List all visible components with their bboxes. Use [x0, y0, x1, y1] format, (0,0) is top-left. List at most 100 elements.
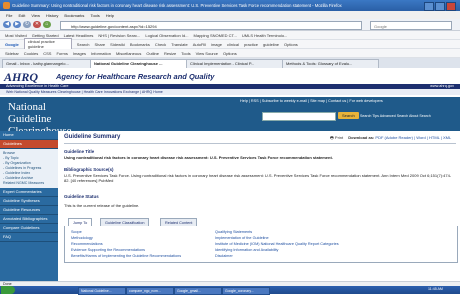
maximize-button[interactable]: [435, 2, 445, 11]
address-bar[interactable]: http://www.guideline.gov/content.aspx?id…: [60, 21, 362, 30]
bookmark-loinc[interactable]: Logical Observation Id...: [145, 33, 188, 38]
menu-file[interactable]: File: [6, 13, 12, 18]
dev-forms[interactable]: Forms: [56, 51, 67, 56]
ngc-utility-links[interactable]: Help | RSS | Subscribe to weekly e-mail …: [240, 99, 383, 103]
close-button[interactable]: [446, 2, 456, 11]
ngc-search-input[interactable]: [262, 112, 336, 121]
google-term-practice[interactable]: practice: [244, 42, 258, 47]
menu-view[interactable]: View: [31, 13, 40, 18]
sidebar-item-expert-commentaries[interactable]: Expert Commentaries: [0, 188, 58, 197]
main-content: Guideline Summary 🖶 Print Download as: P…: [60, 131, 460, 281]
dev-tools[interactable]: Tools: [181, 51, 190, 56]
sidebar-sub-ngmc-measures[interactable]: Related NGMC Measures: [3, 181, 55, 186]
google-bookmarks[interactable]: Bookmarks: [130, 42, 150, 47]
google-options[interactable]: Options: [284, 42, 298, 47]
google-toolbar: Google clinical practice guideline Searc…: [0, 38, 460, 50]
print-icon[interactable]: 🖶: [330, 135, 334, 140]
forward-button[interactable]: ▶: [13, 21, 21, 28]
sidebar-item-faq[interactable]: FAQ: [0, 233, 58, 242]
bibliographic-source-text: U.S. Preventive Services Task Force. Usi…: [64, 173, 452, 183]
guideline-title-text: Using nontraditional risk factors in cor…: [64, 155, 333, 160]
sidebar-item-annotated-bibliographies[interactable]: Annotated Bibliographies: [0, 215, 58, 224]
ahrq-header: AHRQ Agency for Healthcare Research and …: [0, 68, 460, 97]
jump-link-benefits-harms[interactable]: Benefits/Harms of Implementing the Guide…: [71, 254, 181, 258]
dev-information[interactable]: Information: [91, 51, 111, 56]
sidebar-item-compare-guidelines[interactable]: Compare Guidelines: [0, 224, 58, 233]
tab-ngc[interactable]: National Guideline Clearinghouse ...: [90, 59, 187, 68]
home-icon[interactable]: ⌂: [43, 21, 51, 28]
title-divider: [64, 143, 456, 144]
bookmark-nhs[interactable]: NHS | Revision Searc...: [98, 33, 140, 38]
page-title: Guideline Summary: [64, 134, 121, 140]
menu-history[interactable]: History: [46, 13, 58, 18]
bookmark-latest-headlines[interactable]: Latest Headlines: [64, 33, 94, 38]
bookmark-umls[interactable]: UMLS Health Terminolo...: [242, 33, 288, 38]
ngc-search-button[interactable]: Search: [338, 112, 359, 119]
reload-icon[interactable]: ↻: [23, 21, 31, 28]
firefox-icon: [3, 2, 10, 9]
minimize-button[interactable]: [424, 2, 434, 11]
left-sidebar: Home Guidelines Browse - By Topic - By O…: [0, 131, 58, 281]
google-search-button[interactable]: Search: [77, 42, 90, 47]
tab-methods-tools[interactable]: Methods & Tools: Glossary of Evalu...: [282, 59, 379, 68]
bookmark-most-visited[interactable]: Most Visited: [5, 33, 27, 38]
google-autofill[interactable]: AutoFill: [193, 42, 206, 47]
jump-link-identifying-info[interactable]: Identifying Information and Availability: [215, 248, 278, 252]
print-link[interactable]: Print: [335, 135, 343, 140]
bookmark-getting-started[interactable]: Getting Started: [32, 33, 59, 38]
jump-link-recommendations[interactable]: Recommendations: [71, 242, 103, 246]
start-button[interactable]: [1, 286, 15, 294]
taskbar-clock: 11:45 AM: [428, 287, 443, 291]
title-bar: Guideline Summary: Using nontraditional …: [0, 0, 460, 11]
tab-clinical-implementation[interactable]: Clinical Implementation - Clinical P...: [186, 59, 283, 68]
menu-bookmarks[interactable]: Bookmarks: [64, 13, 84, 18]
back-button[interactable]: ◀: [3, 21, 11, 28]
taskbar: National Guideline... compare_ngc_ncm...…: [0, 286, 460, 295]
search-box[interactable]: Google: [370, 21, 452, 30]
menu-edit[interactable]: Edit: [18, 13, 25, 18]
sidebar-item-guideline-syntheses[interactable]: Guideline Syntheses: [0, 197, 58, 206]
ngc-logo[interactable]: National Guideline Clearinghouse: [8, 101, 88, 137]
dev-resize[interactable]: Resize: [164, 51, 176, 56]
jump-link-implementation[interactable]: Implementation of the Guideline: [215, 236, 269, 240]
dev-css[interactable]: CSS: [43, 51, 51, 56]
dev-options[interactable]: Options: [223, 51, 237, 56]
bookmark-snomed[interactable]: Mapping SNOMED CT...: [194, 33, 237, 38]
jump-link-iom-categories[interactable]: Institute of Medicine (IOM) National Hea…: [215, 242, 339, 246]
jump-link-methodology[interactable]: Methodology: [71, 236, 93, 240]
dev-outline[interactable]: Outline: [146, 51, 159, 56]
sidebar-item-guidelines[interactable]: Guidelines: [0, 140, 58, 149]
dev-images[interactable]: Images: [73, 51, 86, 56]
menu-tools[interactable]: Tools: [90, 13, 99, 18]
google-check[interactable]: Check: [155, 42, 166, 47]
jump-link-qualifying[interactable]: Qualifying Statements: [215, 230, 252, 234]
google-translate[interactable]: Translate: [171, 42, 188, 47]
menu-bar: File Edit View History Bookmarks Tools H…: [0, 11, 460, 19]
ahrq-agency-name: Agency for Healthcare Research and Quali…: [56, 72, 215, 81]
jump-link-scope[interactable]: Scope: [71, 230, 82, 234]
menu-help[interactable]: Help: [106, 13, 114, 18]
google-logo: Google: [5, 41, 19, 47]
google-sidewiki[interactable]: Sidewiki: [110, 42, 125, 47]
dev-cookies[interactable]: Cookies: [24, 51, 38, 56]
ahrq-logo[interactable]: AHRQ: [4, 70, 38, 85]
google-share[interactable]: Share: [94, 42, 105, 47]
google-term-image[interactable]: image: [211, 42, 222, 47]
download-label: Download as:: [348, 135, 375, 140]
download-format-links[interactable]: PDF (Adobe Reader) | Word | HTML | XML: [375, 135, 451, 140]
dev-view-source[interactable]: View Source: [196, 51, 218, 56]
developer-toolbar: Sidebar Cookies CSS Forms Images Informa…: [0, 49, 460, 58]
dev-sidebar[interactable]: Sidebar: [5, 51, 19, 56]
ahrq-subnav-links[interactable]: Web National Quality Measures Clearingho…: [6, 90, 163, 94]
sidebar-item-guideline-resources[interactable]: Guideline Resources: [0, 206, 58, 215]
dev-misc[interactable]: Miscellaneous: [116, 51, 141, 56]
sidebar-item-home[interactable]: Home: [0, 131, 58, 140]
jump-link-evidence[interactable]: Evidence Supporting the Recommendations: [71, 248, 145, 252]
google-term-clinical[interactable]: clinical: [227, 42, 239, 47]
tab-gmail[interactable]: Gmail - Inbox - kathy.giannangelo...: [2, 59, 91, 68]
stop-icon[interactable]: ✕: [33, 21, 41, 28]
ngc-search-links[interactable]: Search Tips Advanced Search About Search: [360, 114, 431, 118]
navigation-bar: ◀ ▶ ↻ ✕ ⌂ http://www.guideline.gov/conte…: [0, 19, 460, 31]
google-term-guideline[interactable]: guideline: [263, 42, 279, 47]
jump-link-disclaimer[interactable]: Disclaimer: [215, 254, 233, 258]
